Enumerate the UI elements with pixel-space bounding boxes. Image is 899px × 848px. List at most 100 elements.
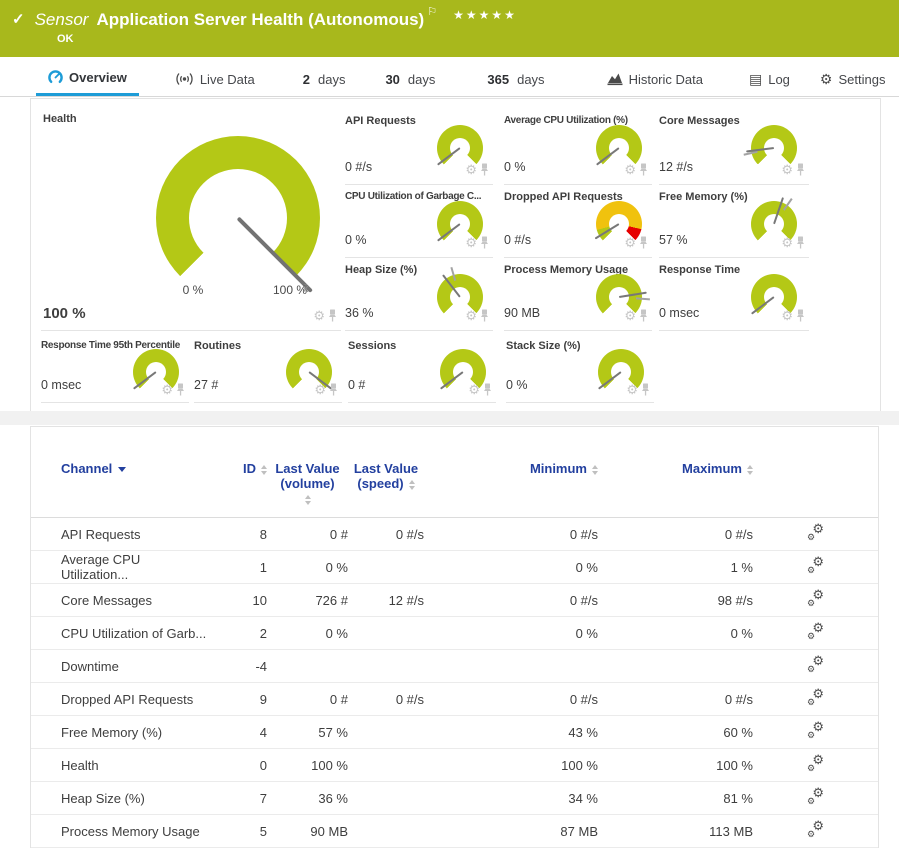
gauge-title: Health: [43, 113, 77, 125]
gauge-tile[interactable]: Heap Size (%)36 %⚙: [345, 258, 493, 331]
gauge-tile[interactable]: Sessions0 #⚙: [348, 337, 496, 403]
column-header-last-value-speed[interactable]: Last Value (speed): [348, 427, 424, 518]
tile-gear-icon[interactable]: ⚙: [465, 236, 477, 249]
column-header-minimum[interactable]: Minimum: [424, 427, 598, 518]
tab-365-days[interactable]: 365 days: [487, 62, 544, 96]
sort-icon: [592, 465, 598, 475]
tile-gear-icon[interactable]: ⚙: [161, 383, 173, 396]
gauge-title: Heap Size (%): [345, 264, 417, 276]
tab-bar: Overview Live Data 2 days 30 days 365 da…: [0, 62, 899, 97]
maximum-cell: 60 %: [598, 716, 753, 749]
tile-gear-icon[interactable]: ⚙: [781, 236, 793, 249]
gauge-title: Response Time: [659, 264, 740, 276]
edit-channel-gears-icon[interactable]: ⚙⚙: [807, 723, 824, 739]
tile-gear-icon[interactable]: ⚙: [468, 383, 480, 396]
gauge-tile-health[interactable]: Health 0 % 100 % x̄ 100 % ⚙: [41, 107, 341, 331]
pin-icon[interactable]: [639, 236, 648, 249]
tile-gear-icon[interactable]: ⚙: [313, 309, 325, 322]
gauge-tile[interactable]: Average CPU Utilization (%)0 %⚙: [504, 109, 652, 185]
tile-gear-icon[interactable]: ⚙: [781, 163, 793, 176]
gauge-tile[interactable]: API Requests0 #/s⚙: [345, 109, 493, 185]
pin-icon[interactable]: [480, 309, 489, 322]
tile-gear-icon[interactable]: ⚙: [314, 383, 326, 396]
channel-settings-cell: ⚙⚙: [753, 815, 878, 848]
column-header-id[interactable]: ID: [211, 427, 267, 518]
priority-flag-icon[interactable]: ⚐: [427, 5, 437, 18]
tile-gear-icon[interactable]: ⚙: [465, 309, 477, 322]
pin-icon[interactable]: [641, 383, 650, 396]
priority-stars[interactable]: ★★★★★: [453, 8, 517, 22]
gauge-tile[interactable]: CPU Utilization of Garbage C...0 %⚙: [345, 185, 493, 258]
channel-name-cell: Downtime: [61, 650, 211, 683]
gauge-tile[interactable]: Dropped API Requests0 #/s⚙: [504, 185, 652, 258]
tab-label: Historic Data: [629, 72, 703, 87]
edit-channel-gears-icon[interactable]: ⚙⚙: [807, 624, 824, 640]
channel-id-cell: -4: [211, 650, 267, 683]
gauge-tile[interactable]: Free Memory (%)57 %⚙: [659, 185, 809, 258]
edit-channel-gears-icon[interactable]: ⚙⚙: [807, 591, 824, 607]
edit-channel-gears-icon[interactable]: ⚙⚙: [807, 657, 824, 673]
tile-gear-icon[interactable]: ⚙: [465, 163, 477, 176]
tab-log[interactable]: ▤ Log: [749, 62, 790, 96]
gauge-tile[interactable]: Response Time0 msec⚙: [659, 258, 809, 331]
gauge-tile[interactable]: Stack Size (%)0 %⚙: [506, 337, 654, 403]
pin-icon[interactable]: [176, 383, 185, 396]
pin-icon[interactable]: [483, 383, 492, 396]
channel-id-cell: 10: [211, 584, 267, 617]
minimum-cell: 0 #/s: [424, 683, 598, 716]
edit-channel-gears-icon[interactable]: ⚙⚙: [807, 558, 824, 574]
maximum-cell: 81 %: [598, 782, 753, 815]
channel-id-cell: 4: [211, 716, 267, 749]
tab-historic-data[interactable]: Historic Data: [607, 62, 703, 96]
tab-label: Live Data: [200, 72, 255, 87]
gauge-scale-min: 0 %: [183, 283, 204, 297]
edit-channel-gears-icon[interactable]: ⚙⚙: [807, 822, 824, 838]
tab-live-data[interactable]: Live Data: [175, 62, 255, 96]
sort-icon: [409, 480, 415, 490]
pin-icon[interactable]: [329, 383, 338, 396]
tile-gear-icon[interactable]: ⚙: [624, 309, 636, 322]
edit-channel-gears-icon[interactable]: ⚙⚙: [807, 756, 824, 772]
last-value-speed-cell: 0 #/s: [348, 683, 424, 716]
pin-icon[interactable]: [480, 236, 489, 249]
pin-icon[interactable]: [639, 309, 648, 322]
table-row: Downtime-4 ⚙⚙: [31, 650, 878, 683]
column-header-maximum[interactable]: Maximum: [598, 427, 753, 518]
gauge-title: API Requests: [345, 115, 416, 127]
edit-channel-gears-icon[interactable]: ⚙⚙: [807, 789, 824, 805]
gauge-tile[interactable]: Response Time 95th Percentile0 msec⚙: [41, 337, 189, 403]
pin-icon[interactable]: [639, 163, 648, 176]
tab-30-days[interactable]: 30 days: [385, 62, 435, 96]
pin-icon[interactable]: [796, 309, 805, 322]
channel-id-cell: 5: [211, 815, 267, 848]
tile-gear-icon[interactable]: ⚙: [624, 163, 636, 176]
gauge-tile[interactable]: Routines27 #⚙: [194, 337, 342, 403]
tab-label: days: [318, 72, 345, 87]
gauge-tile[interactable]: Core Messages12 #/s⚙: [659, 109, 809, 185]
pin-icon[interactable]: [328, 309, 337, 322]
column-header-last-value-volume[interactable]: Last Value (volume): [267, 427, 348, 518]
tab-overview[interactable]: Overview: [36, 62, 139, 96]
tab-label: days: [517, 72, 544, 87]
gauge-tile[interactable]: Process Memory Usage90 MB⚙: [504, 258, 652, 331]
tile-gear-icon[interactable]: ⚙: [624, 236, 636, 249]
tile-gear-icon[interactable]: ⚙: [781, 309, 793, 322]
tile-gear-icon[interactable]: ⚙: [626, 383, 638, 396]
channel-id-cell: 7: [211, 782, 267, 815]
column-header-channel[interactable]: Channel: [61, 427, 211, 518]
row-left-pad: [31, 815, 61, 848]
tab-2-days[interactable]: 2 days: [303, 62, 346, 96]
pin-icon[interactable]: [796, 163, 805, 176]
maximum-cell: [598, 650, 753, 683]
edit-channel-gears-icon[interactable]: ⚙⚙: [807, 525, 824, 541]
table-row: Free Memory (%)457 %43 %60 %⚙⚙: [31, 716, 878, 749]
maximum-cell: 100 %: [598, 749, 753, 782]
channel-id-cell: 9: [211, 683, 267, 716]
pin-icon[interactable]: [480, 163, 489, 176]
pin-icon[interactable]: [796, 236, 805, 249]
tab-settings[interactable]: ⚙ Settings: [820, 62, 886, 96]
gauge-title: Free Memory (%): [659, 191, 748, 203]
minimum-cell: 0 #/s: [424, 584, 598, 617]
edit-channel-gears-icon[interactable]: ⚙⚙: [807, 690, 824, 706]
gauge-value: 0 #/s: [504, 233, 531, 247]
